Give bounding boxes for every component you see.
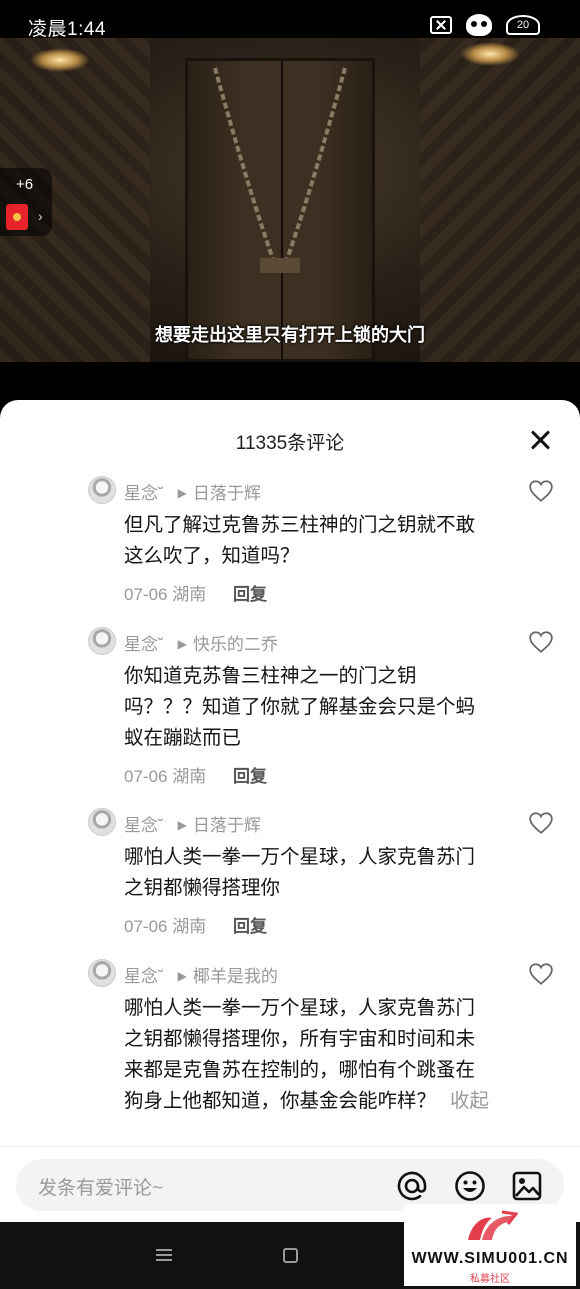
- comment-text: 哪怕人类一拳一万个星球，人家克鲁苏门之钥都懒得搭理你: [124, 846, 476, 899]
- menu-icon[interactable]: [156, 1249, 172, 1261]
- heart-icon[interactable]: [528, 478, 554, 504]
- comment-text: 你知道克苏鲁三柱神之一的门之钥吗？？？知道了你就了解基金会只是个蚂蚁在蹦跶而已: [124, 665, 476, 749]
- comment-date: 07-06: [124, 767, 168, 786]
- heart-icon[interactable]: [528, 961, 554, 987]
- comment-author[interactable]: 星念˘: [124, 816, 164, 835]
- chandelier-right: [460, 42, 520, 66]
- comments-count-title: 11335条评论: [235, 433, 345, 454]
- comment-meta: 星念˘ ▶ 日落于辉: [124, 811, 261, 836]
- skull-icon: [466, 14, 492, 36]
- chain-lock-graphic: [213, 67, 347, 273]
- avatar[interactable]: [88, 627, 116, 655]
- avatar[interactable]: [88, 959, 116, 987]
- video-subtitle: 想要走出这里只有打开上锁的大门: [155, 325, 425, 345]
- comment-location: 湖南: [172, 917, 207, 936]
- close-box-icon: [430, 16, 452, 34]
- red-envelope-icon: [6, 204, 28, 230]
- comment-date: 07-06: [124, 585, 168, 604]
- comment-author[interactable]: 星念˘: [124, 635, 164, 654]
- reply-to-user[interactable]: 快乐的二乔: [193, 635, 278, 654]
- image-icon[interactable]: [511, 1170, 543, 1202]
- reply-arrow-icon: ▶: [177, 486, 187, 500]
- status-time: 凌晨1:44: [28, 19, 106, 40]
- watermark-site: WWW.SIMU001.CN: [411, 1250, 569, 1267]
- reply-to-user[interactable]: 日落于辉: [193, 484, 261, 503]
- home-icon[interactable]: [283, 1248, 298, 1263]
- comment-meta: 星念˘ ▶ 快乐的二乔: [124, 630, 278, 655]
- avatar[interactable]: [88, 808, 116, 836]
- comment-date: 07-06: [124, 917, 168, 936]
- heart-icon[interactable]: [528, 810, 554, 836]
- reply-arrow-icon: ▶: [177, 637, 187, 651]
- status-icons: 20: [430, 14, 540, 36]
- chevron-right-icon: ›: [38, 208, 43, 224]
- comment-footer: 07-06 湖南 回复: [124, 912, 267, 937]
- reply-to-user[interactable]: 日落于辉: [193, 816, 261, 835]
- collapse-button[interactable]: 收起: [450, 1090, 489, 1112]
- watermark-logo: [468, 1210, 518, 1240]
- status-bar: 凌晨1:44 20: [0, 0, 580, 40]
- avatar[interactable]: [88, 476, 116, 504]
- comment-input-placeholder: 发条有爱评论~: [38, 1178, 164, 1199]
- reply-button[interactable]: 回复: [233, 767, 267, 786]
- close-icon[interactable]: [530, 430, 550, 450]
- comment-meta: 星念˘ ▶ 日落于辉: [124, 479, 261, 504]
- reply-to-user[interactable]: 椰羊是我的: [193, 967, 278, 986]
- reply-arrow-icon: ▶: [177, 818, 187, 832]
- comment-text: 但凡了解过克鲁苏三柱神的门之钥就不敢这么吹了，知道吗？: [124, 514, 476, 567]
- reply-button[interactable]: 回复: [233, 917, 267, 936]
- comment-footer: 07-06 湖南 回复: [124, 762, 267, 787]
- reply-arrow-icon: ▶: [177, 969, 187, 983]
- comments-sheet: 11335条评论 星念˘ ▶ 日落于辉 但凡了解过克鲁苏三柱神的门之钥就不敢这么吹了…: [0, 400, 580, 1222]
- emoji-icon[interactable]: [454, 1170, 486, 1202]
- video-wall-right: [420, 38, 580, 362]
- video-player[interactable]: 想要走出这里只有打开上锁的大门: [0, 38, 580, 362]
- mention-icon[interactable]: [396, 1170, 428, 1202]
- battery-icon: 20: [506, 15, 540, 35]
- comment-footer: 07-06 湖南 回复: [124, 580, 267, 605]
- watermark-subtitle: 私募社区: [470, 1274, 510, 1285]
- comment-meta: 星念˘ ▶ 椰羊是我的: [124, 962, 278, 987]
- comment-author[interactable]: 星念˘: [124, 967, 164, 986]
- reply-button[interactable]: 回复: [233, 585, 267, 604]
- badge-count: +6: [16, 176, 34, 193]
- comment-location: 湖南: [172, 585, 207, 604]
- heart-icon[interactable]: [528, 629, 554, 655]
- comment-text-block: 哪怕人类一拳一万个星球，人家克鲁苏门之钥都懒得搭理你，所有宇宙和时间和未来都是克…: [124, 993, 494, 1117]
- chandelier-left: [30, 48, 90, 72]
- red-envelope-badge[interactable]: +6 ›: [0, 168, 52, 236]
- watermark: WWW.SIMU001.CN 私募社区: [404, 1204, 576, 1286]
- comment-author[interactable]: 星念˘: [124, 484, 164, 503]
- comment-text: 哪怕人类一拳一万个星球，人家克鲁苏门之钥都懒得搭理你，所有宇宙和时间和未来都是克…: [124, 997, 476, 1112]
- comment-location: 湖南: [172, 767, 207, 786]
